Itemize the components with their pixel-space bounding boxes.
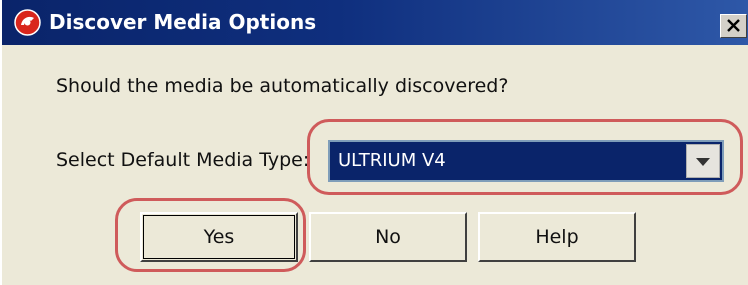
dialog-window: Discover Media Options Should the media …: [0, 0, 748, 285]
close-icon: [727, 17, 740, 36]
chevron-down-icon: [696, 152, 710, 171]
yes-button[interactable]: Yes: [140, 212, 298, 262]
close-button[interactable]: [720, 14, 747, 38]
select-dropdown-button[interactable]: [686, 144, 720, 178]
title-bar[interactable]: Discover Media Options: [2, 0, 748, 45]
media-type-selected-value: ULTRIUM V4: [338, 150, 446, 171]
window-title: Discover Media Options: [49, 10, 317, 34]
media-type-select[interactable]: ULTRIUM V4: [328, 140, 724, 182]
no-button[interactable]: No: [309, 212, 467, 262]
help-button[interactable]: Help: [478, 212, 636, 262]
media-type-label: Select Default Media Type:: [56, 149, 310, 171]
app-logo-icon: [14, 9, 41, 36]
discover-question: Should the media be automatically discov…: [56, 75, 509, 97]
